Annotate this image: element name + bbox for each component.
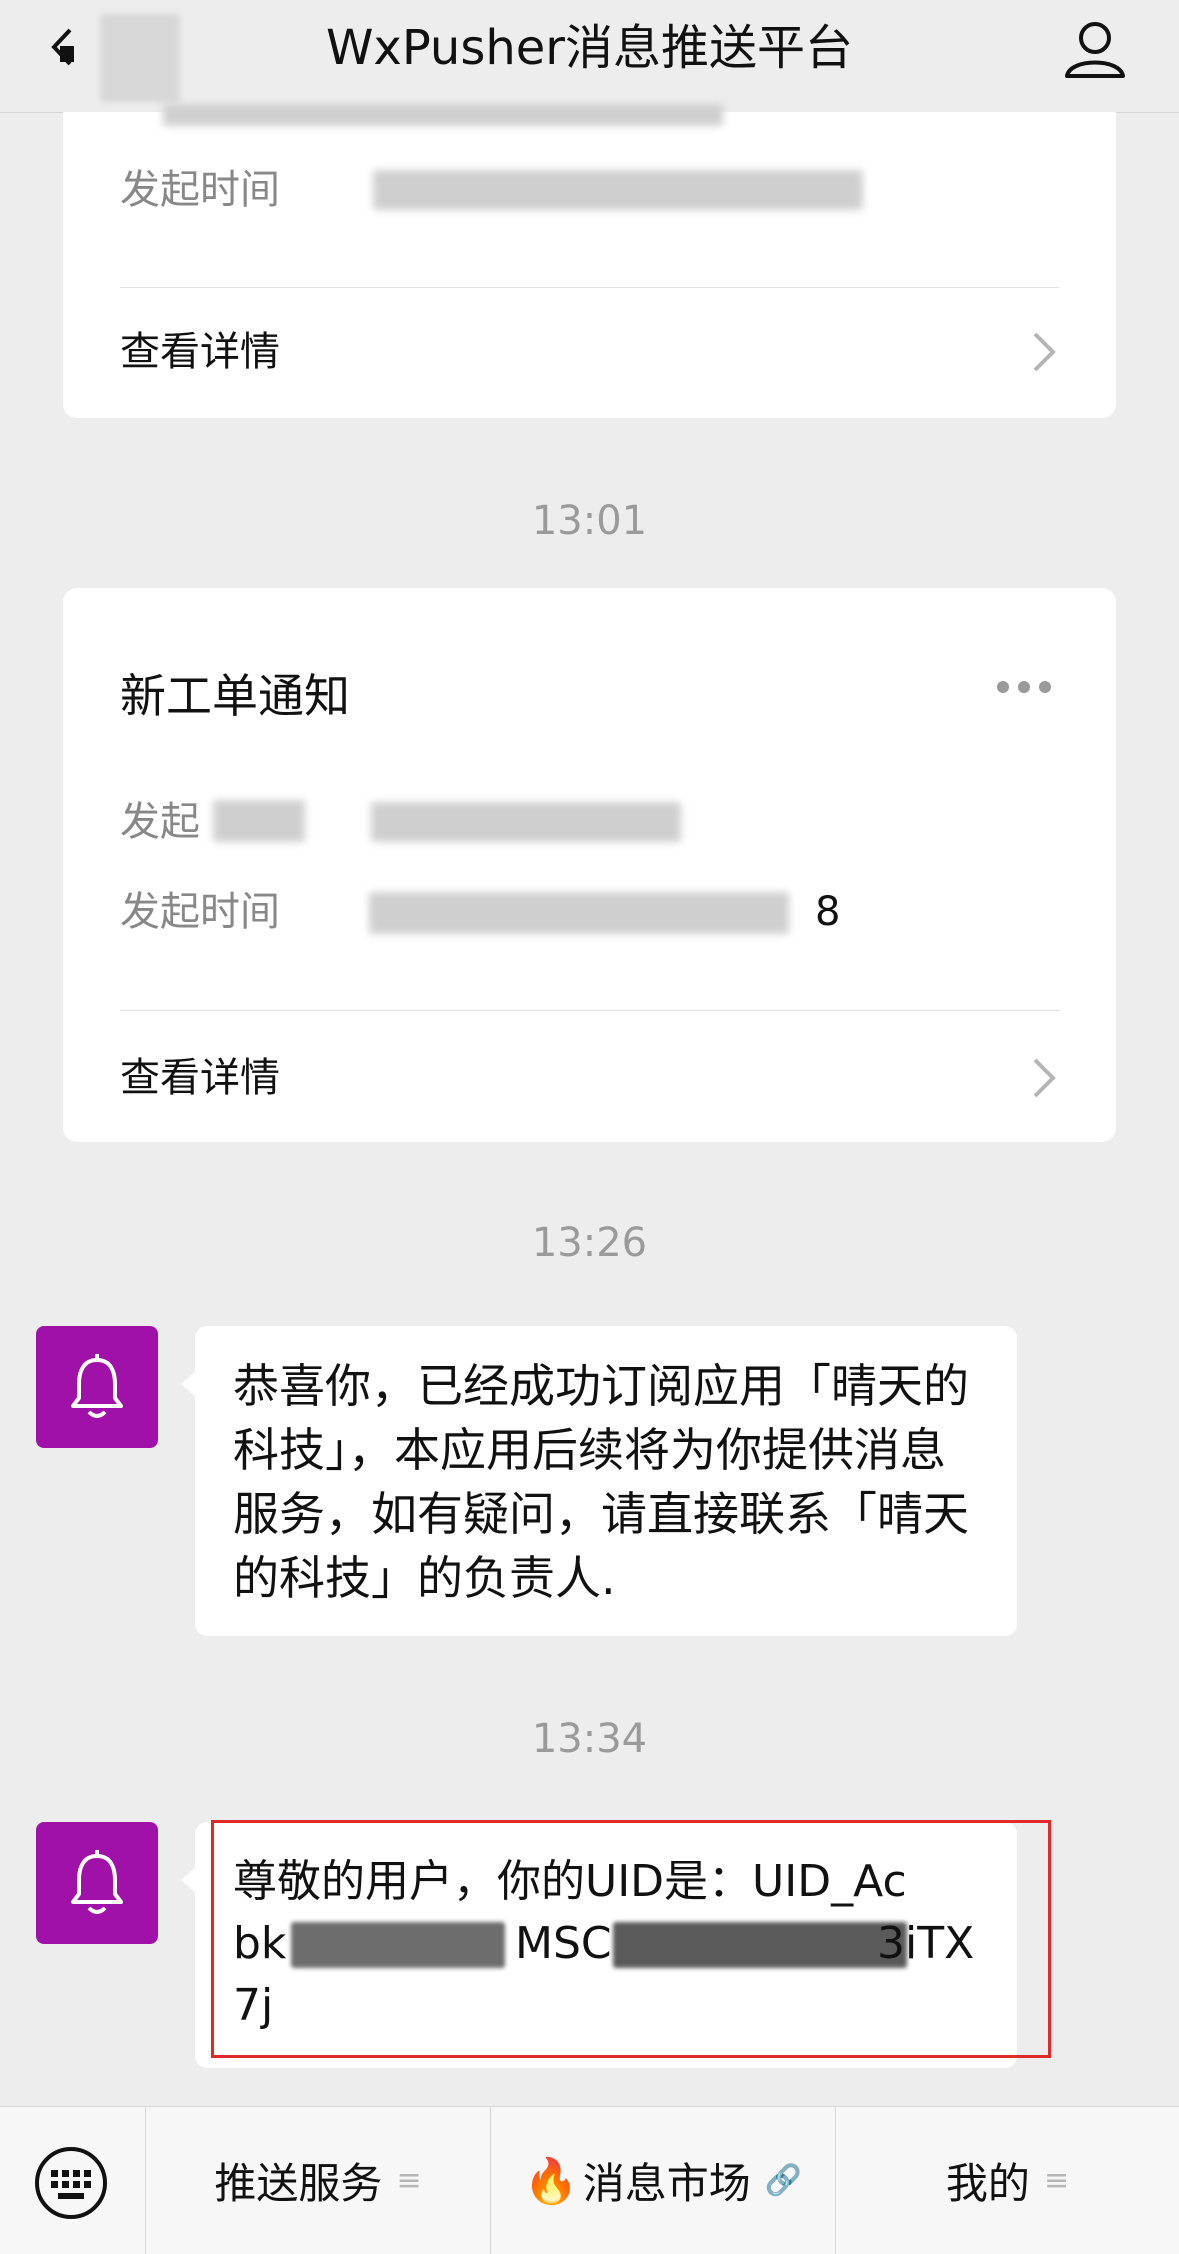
message-bubble[interactable]: 恭喜你，已经成功订阅应用「晴天的科技」，本应用后续将为你提供消息服务，如有疑问，… (181, 1326, 1017, 1636)
menu-label: 我的 (945, 2159, 1030, 2208)
view-details-link[interactable]: 查看详情 (120, 326, 280, 378)
chevron-right-icon (1033, 1058, 1056, 1098)
redacted-reason-row (163, 104, 723, 126)
timestamp: 13:01 (531, 498, 648, 544)
bell-icon (71, 1354, 123, 1418)
fire-icon: 🔥 (523, 2155, 579, 2207)
top-nav-bar: WxPusher消息推送平台 (0, 0, 1179, 113)
highlight-box (211, 1820, 1051, 2058)
redacted-time-value (373, 170, 863, 210)
bell-icon (71, 1850, 123, 1914)
bot-avatar[interactable] (36, 1326, 158, 1448)
menu-message-market[interactable]: 🔥 消息市场 🔗 (491, 2107, 835, 2254)
bottom-menu-bar: 推送服务 ≡ 🔥 消息市场 🔗 我的 ≡ (0, 2106, 1179, 2254)
user-profile-icon[interactable] (1062, 16, 1128, 82)
view-details-link[interactable]: 查看详情 (120, 1052, 280, 1104)
notice-card-new-ticket: 新工单通知 发起 发起时间 8 查看详情 (63, 588, 1116, 1142)
page-title: WxPusher消息推送平台 (325, 20, 854, 76)
link-icon: 🔗 (764, 2163, 803, 2198)
redacted-reason-label-tail (213, 800, 305, 842)
menu-mine[interactable]: 我的 ≡ (836, 2107, 1179, 2254)
submenu-icon: ≡ (1043, 2163, 1070, 2198)
message-text: 恭喜你，已经成功订阅应用「晴天的科技」，本应用后续将为你提供消息服务，如有疑问，… (233, 1359, 969, 1605)
notice-card-previous: 发起时间 查看详情 (63, 104, 1116, 418)
reason-label: 发起 (120, 799, 200, 845)
menu-label: 推送服务 (214, 2159, 383, 2208)
timestamp: 13:34 (531, 1716, 648, 1762)
card-title: 新工单通知 (120, 669, 350, 723)
menu-label: 消息市场 (582, 2159, 751, 2208)
divider (120, 287, 1059, 288)
chevron-right-icon (1033, 332, 1056, 372)
redacted-reason-value (371, 802, 681, 842)
divider (120, 1010, 1059, 1011)
submenu-icon: ≡ (396, 2163, 422, 2198)
back-icon[interactable] (46, 22, 86, 72)
bot-avatar[interactable] (36, 1822, 158, 1944)
time-label: 发起时间 (120, 889, 280, 935)
time-value-visible-tail: 8 (815, 889, 841, 935)
contact-avatar-blurred (100, 14, 180, 102)
menu-push-service[interactable]: 推送服务 ≡ (146, 2107, 490, 2254)
time-label: 发起时间 (120, 167, 280, 213)
timestamp: 13:26 (531, 1220, 648, 1266)
keyboard-icon[interactable] (34, 2146, 108, 2220)
more-options-icon[interactable] (996, 680, 1052, 694)
redacted-time-value (369, 892, 789, 934)
